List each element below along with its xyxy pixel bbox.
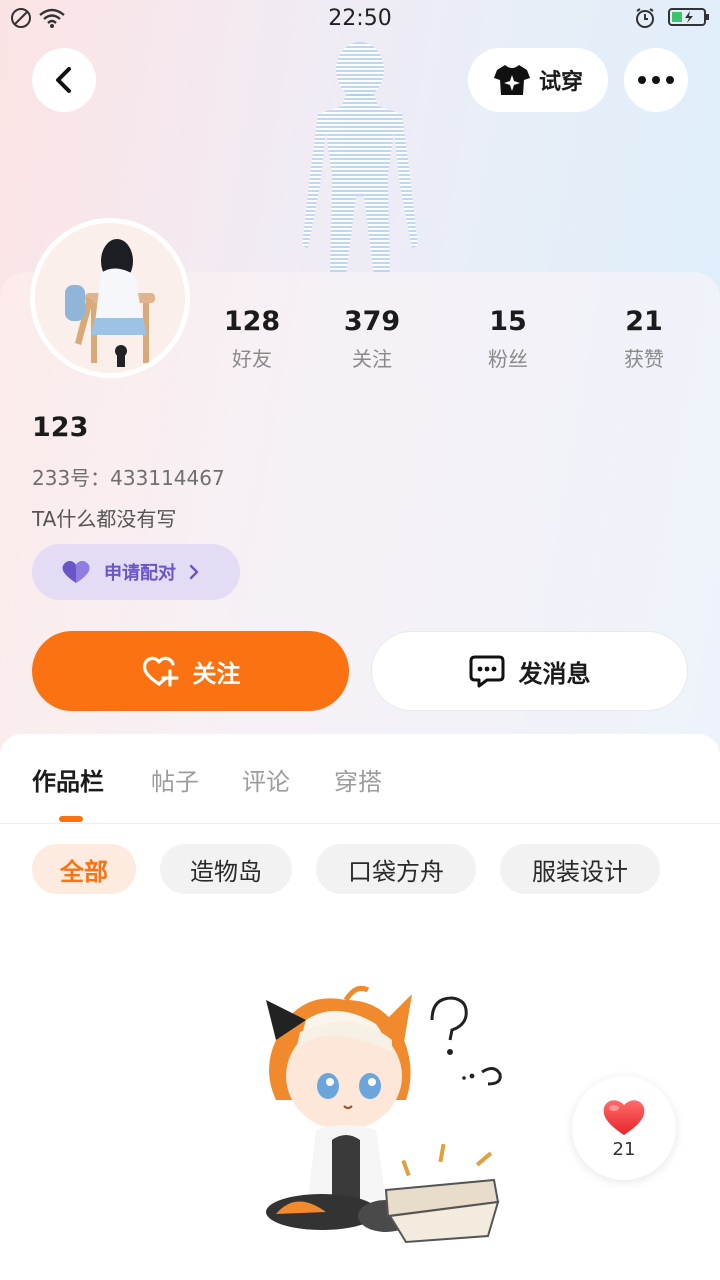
profile-uid: 233号：433114467 — [32, 466, 225, 490]
try-on-button[interactable]: 试穿 — [468, 48, 608, 112]
filter-chip-all[interactable]: 全部 — [32, 844, 136, 894]
stat-likes[interactable]: 21 获赞 — [589, 306, 699, 372]
heart-plus-icon — [142, 656, 179, 687]
avatar-illustration — [35, 223, 185, 373]
more-dots-icon — [638, 76, 674, 84]
tab-posts[interactable]: 帖子 — [151, 762, 199, 797]
filter-chip-fashion-design[interactable]: 服装设计 — [500, 844, 660, 894]
status-bar: 22:50 — [0, 0, 720, 38]
tab-divider — [0, 823, 720, 824]
request-pair-label: 申请配对 — [104, 563, 176, 584]
profile-name: 123 — [32, 412, 89, 443]
back-button[interactable] — [32, 48, 96, 112]
try-on-label: 试穿 — [538, 70, 583, 95]
follow-label: 关注 — [192, 659, 241, 688]
avatar-hologram-figure — [302, 42, 418, 276]
filter-chip-pocket-ark[interactable]: 口袋方舟 — [316, 844, 476, 894]
tab-outfits[interactable]: 穿搭 — [334, 762, 382, 797]
stat-value: 379 — [343, 306, 401, 337]
profile-bio: TA什么都没有写 — [32, 507, 177, 531]
send-message-label: 发消息 — [518, 659, 591, 688]
double-heart-icon — [62, 561, 90, 583]
heart-icon — [603, 1099, 645, 1135]
stat-value: 15 — [489, 306, 527, 337]
tab-comments[interactable]: 评论 — [242, 762, 290, 797]
more-button[interactable] — [624, 48, 688, 112]
stat-label: 好友 — [232, 347, 272, 371]
battery-charging-icon — [668, 8, 709, 26]
avatar[interactable] — [30, 218, 190, 378]
chat-bubble-icon — [469, 655, 504, 688]
stat-label: 关注 — [352, 347, 392, 371]
alarm-icon — [636, 8, 654, 28]
like-count: 21 — [612, 1138, 636, 1160]
stat-label: 获赞 — [624, 347, 664, 371]
stat-value: 21 — [625, 306, 663, 337]
stat-label: 粉丝 — [488, 347, 528, 371]
chevron-right-icon — [189, 564, 199, 580]
tshirt-sparkle-icon — [493, 65, 530, 95]
stat-following[interactable]: 379 关注 — [317, 306, 427, 372]
like-button[interactable]: 21 — [572, 1076, 676, 1180]
stat-friends[interactable]: 128 好友 — [197, 306, 307, 372]
empty-state-mascot — [266, 985, 502, 1244]
active-tab-indicator — [59, 816, 83, 822]
follow-button[interactable]: 关注 — [32, 631, 349, 711]
back-arrow-icon — [56, 67, 71, 93]
send-message-button[interactable]: 发消息 — [371, 631, 688, 711]
stat-value: 128 — [223, 306, 281, 337]
status-time: 22:50 — [328, 6, 392, 31]
request-pair-button[interactable]: 申请配对 — [32, 544, 240, 600]
filter-chip-creation-island[interactable]: 造物岛 — [160, 844, 292, 894]
stat-followers[interactable]: 15 粉丝 — [453, 306, 563, 372]
tab-works[interactable]: 作品栏 — [32, 762, 104, 797]
